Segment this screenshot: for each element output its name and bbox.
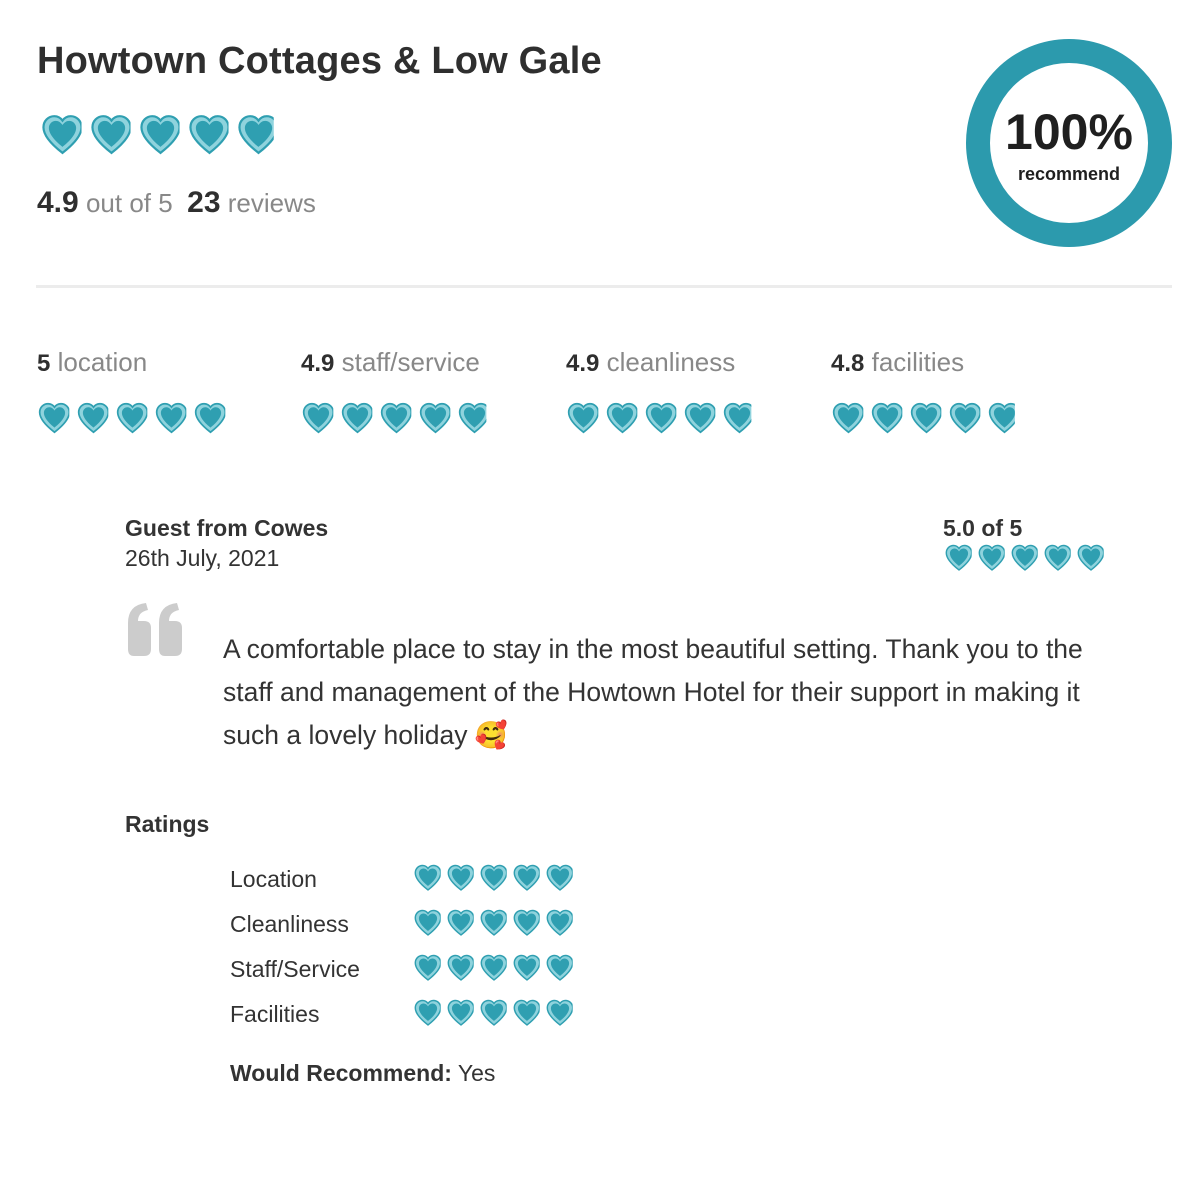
heart-icon xyxy=(77,402,109,434)
would-recommend: Would Recommend: Yes xyxy=(230,1060,495,1087)
rating-summary: 4.9 out of 5 23 reviews xyxy=(37,186,316,220)
category-score: 4.8 xyxy=(831,350,865,377)
heart-icon xyxy=(832,402,864,434)
heart-icon xyxy=(414,954,441,981)
heart-icon xyxy=(116,402,148,434)
heart-icon xyxy=(480,864,507,891)
heart-icon xyxy=(380,402,412,434)
reviews-label: reviews xyxy=(227,188,316,218)
category-hearts xyxy=(301,402,561,434)
would-recommend-value: Yes xyxy=(457,1060,496,1086)
heart-icon xyxy=(513,999,540,1026)
rating-hearts xyxy=(413,999,575,1026)
category-facilities: 4.8 facilities xyxy=(831,347,1091,434)
heart-icon xyxy=(910,402,942,434)
heart-icon xyxy=(480,909,507,936)
heart-icon xyxy=(91,115,131,155)
heart-icon xyxy=(546,999,573,1026)
heart-icon xyxy=(447,909,474,936)
heart-icon xyxy=(480,954,507,981)
heart-icon xyxy=(480,999,507,1026)
heart-icon xyxy=(458,402,487,434)
heart-icon xyxy=(978,544,1005,571)
review-date: 26th July, 2021 xyxy=(125,545,280,571)
rating-label: Location xyxy=(230,866,317,892)
heart-icon xyxy=(606,402,638,434)
review-score: 5.0 of 5 xyxy=(943,515,1023,541)
recommend-percent: 100% xyxy=(1005,103,1133,160)
heart-icon xyxy=(513,864,540,891)
heart-icon xyxy=(1044,544,1071,571)
review-text: A comfortable place to stay in the most … xyxy=(223,634,1083,750)
heart-icon xyxy=(341,402,373,434)
rating-hearts xyxy=(413,864,575,891)
heart-icon xyxy=(419,402,451,434)
category-cleanliness: 4.9 cleanliness xyxy=(566,347,826,434)
category-location: 5 location xyxy=(37,347,297,434)
heart-icon xyxy=(238,115,274,155)
review-count: 23 xyxy=(187,186,221,219)
heart-icon xyxy=(513,909,540,936)
heart-icon xyxy=(155,402,187,434)
overall-rating-value: 4.9 xyxy=(37,186,79,219)
out-of-label: out of 5 xyxy=(85,188,173,218)
heart-icon xyxy=(684,402,716,434)
category-hearts xyxy=(566,402,826,434)
category-hearts xyxy=(831,402,1091,434)
overall-rating-hearts xyxy=(40,114,281,155)
heart-icon xyxy=(38,402,70,434)
rating-row-location: Location xyxy=(230,864,590,900)
category-label: cleanliness xyxy=(606,347,736,377)
rating-label: Staff/Service xyxy=(230,956,360,982)
category-score: 4.9 xyxy=(301,350,335,377)
category-label: facilities xyxy=(871,347,965,377)
heart-icon xyxy=(140,115,180,155)
heart-icon xyxy=(1011,544,1038,571)
reviewer-name: Guest from Cowes xyxy=(125,515,329,541)
heart-icon xyxy=(871,402,903,434)
rating-label: Facilities xyxy=(230,1001,320,1027)
heart-icon xyxy=(546,954,573,981)
category-label: location xyxy=(57,347,148,377)
heart-icon xyxy=(189,115,229,155)
category-score: 4.9 xyxy=(566,350,600,377)
heart-icon xyxy=(194,402,226,434)
rating-hearts xyxy=(413,954,575,981)
recommend-label: recommend xyxy=(1017,163,1121,184)
ratings-heading: Ratings xyxy=(125,811,210,837)
rating-row-staff-service: Staff/Service xyxy=(230,954,590,990)
heart-icon xyxy=(1077,544,1104,571)
heart-icon xyxy=(567,402,599,434)
category-label: staff/service xyxy=(341,347,480,377)
rating-label: Cleanliness xyxy=(230,911,349,937)
heart-icon xyxy=(447,999,474,1026)
heart-icon xyxy=(447,954,474,981)
category-hearts xyxy=(37,402,297,434)
heart-icon xyxy=(546,864,573,891)
recommend-badge: 100% recommend xyxy=(966,39,1172,247)
heart-icon xyxy=(302,402,334,434)
rating-hearts xyxy=(413,909,575,936)
page-title: Howtown Cottages & Low Gale xyxy=(37,40,602,82)
heart-icon xyxy=(546,909,573,936)
heart-icon xyxy=(414,864,441,891)
rating-row-cleanliness: Cleanliness xyxy=(230,909,590,945)
category-staff-service: 4.9 staff/service xyxy=(301,347,561,434)
quote-icon xyxy=(124,601,186,662)
review-score-hearts xyxy=(944,544,1106,571)
heart-icon xyxy=(447,864,474,891)
heart-icon xyxy=(949,402,981,434)
heart-icon xyxy=(988,402,1015,434)
heart-icon xyxy=(645,402,677,434)
heart-icon xyxy=(945,544,972,571)
heart-icon xyxy=(414,999,441,1026)
category-score: 5 xyxy=(37,350,51,377)
heart-icon xyxy=(42,115,82,155)
would-recommend-label: Would Recommend: xyxy=(230,1060,452,1086)
heart-icon xyxy=(723,402,752,434)
heart-icon xyxy=(513,954,540,981)
divider xyxy=(36,285,1172,288)
heart-icon xyxy=(414,909,441,936)
rating-row-facilities: Facilities xyxy=(230,999,590,1035)
